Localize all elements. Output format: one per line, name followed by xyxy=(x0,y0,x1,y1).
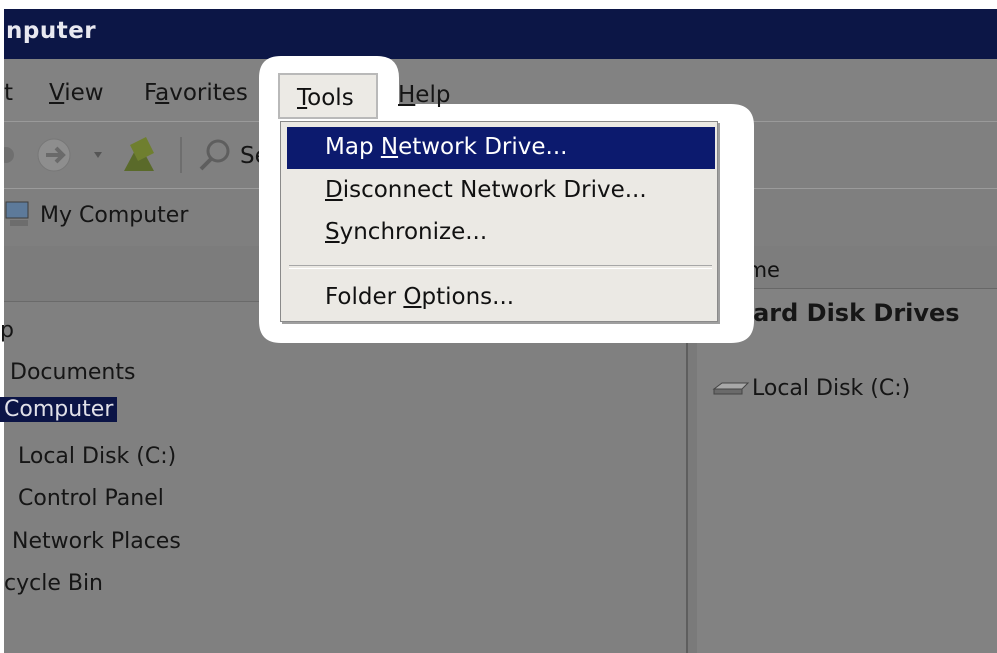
menu-item-tools-label: Tools xyxy=(297,85,354,111)
computer-icon xyxy=(5,201,29,226)
menu-item-file[interactable]: t xyxy=(4,80,13,106)
menu-option-disconnect-network-drive[interactable]: Disconnect Network Drive... xyxy=(325,177,647,203)
menu-separator xyxy=(289,265,712,269)
menu-option-synchronize[interactable]: Synchronize... xyxy=(325,219,487,245)
tree-item-network-places[interactable]: Network Places xyxy=(12,529,181,554)
tree-item-recycle-bin[interactable]: cycle Bin xyxy=(4,571,103,596)
back-button[interactable] xyxy=(4,147,14,163)
forward-dropdown-icon[interactable] xyxy=(94,152,102,158)
up-folder-icon[interactable] xyxy=(124,137,154,171)
menu-option-map-network-drive[interactable]: Map Network Drive... xyxy=(325,134,567,160)
window-title: nputer xyxy=(6,18,97,44)
group-heading: Hard Disk Drives xyxy=(733,299,960,327)
forward-button[interactable] xyxy=(37,138,71,172)
tree-item-desktop[interactable]: p xyxy=(0,318,14,343)
title-bar[interactable] xyxy=(4,9,997,59)
tree-item-local-disk[interactable]: Local Disk (C:) xyxy=(18,444,176,469)
tree-item-my-computer[interactable]: Computer xyxy=(0,397,118,422)
search-icon[interactable] xyxy=(199,139,230,171)
drive-item-local-disk[interactable]: Local Disk (C:) xyxy=(752,376,910,401)
menu-option-folder-options[interactable]: Folder Options... xyxy=(325,284,514,310)
tree-item-my-documents[interactable]: Documents xyxy=(10,360,135,385)
menu-item-favorites[interactable]: Favorites xyxy=(144,80,248,106)
address-value[interactable]: My Computer xyxy=(40,203,188,228)
menu-item-view[interactable]: View xyxy=(49,80,104,106)
tree-item-control-panel[interactable]: Control Panel xyxy=(18,486,164,511)
hard-drive-icon xyxy=(712,382,750,395)
menu-item-help[interactable]: Help xyxy=(398,82,450,108)
